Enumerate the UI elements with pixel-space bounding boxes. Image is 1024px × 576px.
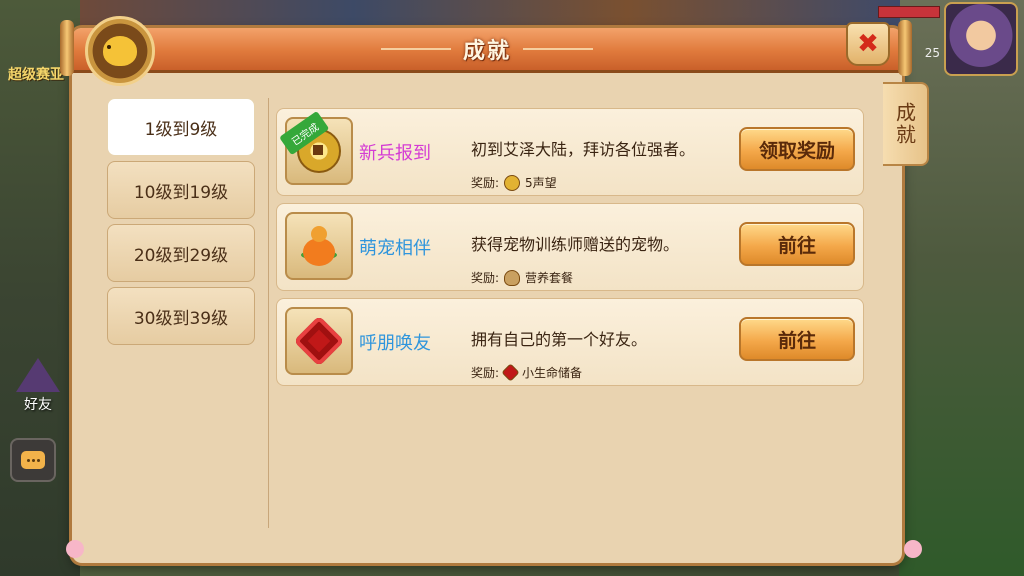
category-item-20-29[interactable]: 20级到29级 [107,224,255,282]
game-background-top [80,0,900,30]
achievement-reward: 奖励: 5声望 [471,174,557,191]
bowl-icon [504,269,521,286]
coin-icon [504,174,521,191]
reward-prefix: 奖励: [471,271,500,285]
friends-button[interactable]: 好友 [8,358,68,418]
close-icon: ✖ [857,29,879,59]
flower-decoration-right [904,540,922,558]
chick-icon [103,36,137,66]
health-bar [878,6,940,18]
category-item-1-9[interactable]: 1级到9级 [107,98,255,156]
achievement-description: 拥有自己的第一个好友。 [471,330,648,349]
reward-prefix: 奖励: [471,366,500,380]
achievement-row: 萌宠相伴 获得宠物训练师赠送的宠物。 奖励: 营养套餐 前往 [276,203,864,291]
go-button[interactable]: 前往 [739,222,855,266]
achievement-reward: 奖励: 小生命储备 [471,363,583,382]
category-item-30-39[interactable]: 30级到39级 [107,287,255,345]
tab-achievements[interactable]: 成就 [883,82,929,166]
achievement-name: 呼朋唤友 [359,333,431,354]
achievement-icon-frame [285,307,353,375]
achievement-row: 呼朋唤友 拥有自己的第一个好友。 奖励: 小生命储备 前往 [276,298,864,386]
achievement-list: 已完成 新兵报到 初到艾泽大陆，拜访各位强者。 奖励: 5声望 领取奖励 萌宠相… [276,108,864,393]
chat-bubble-icon [21,451,45,469]
friends-label: 好友 [24,397,52,413]
scroll-rod-left [60,20,74,76]
chat-button[interactable] [10,438,56,482]
reward-value: 5声望 [525,176,557,190]
go-button[interactable]: 前往 [739,317,855,361]
reward-prefix: 奖励: [471,176,500,190]
game-background-left [0,0,80,576]
chinese-knot-icon [293,315,345,367]
background-player-name: 超级赛亚 [8,67,64,83]
knot-icon [501,363,520,382]
panel-title: 成就 [462,39,511,64]
gourd-icon [301,224,337,268]
list-divider [268,98,269,528]
friend-hat-icon [16,358,60,392]
close-button[interactable]: ✖ [846,22,890,66]
achievement-emblem [85,16,155,86]
player-level: 25 [924,46,940,60]
achievement-row: 已完成 新兵报到 初到艾泽大陆，拜访各位强者。 奖励: 5声望 领取奖励 [276,108,864,196]
player-avatar[interactable] [944,2,1018,76]
achievement-reward: 奖励: 营养套餐 [471,269,573,286]
title-ornament-right [523,48,593,50]
category-item-10-19[interactable]: 10级到19级 [107,161,255,219]
achievement-description: 获得宠物训练师赠送的宠物。 [471,235,680,254]
title-bar: 成就 [72,28,902,73]
title-ornament-left [380,48,451,50]
achievement-icon-frame: 已完成 [279,110,353,185]
scroll-rod-right [898,20,912,76]
achievement-name: 新兵报到 [359,143,431,164]
achievement-name: 萌宠相伴 [359,238,431,259]
reward-value: 营养套餐 [525,271,574,285]
reward-value: 小生命储备 [522,366,583,380]
claim-reward-button[interactable]: 领取奖励 [739,127,855,171]
achievement-icon-frame [285,212,353,280]
category-list: 1级到9级 10级到19级 20级到29级 30级到39级 [107,98,255,350]
flower-decoration-left [66,540,84,558]
achievement-description: 初到艾泽大陆，拜访各位强者。 [471,140,696,159]
